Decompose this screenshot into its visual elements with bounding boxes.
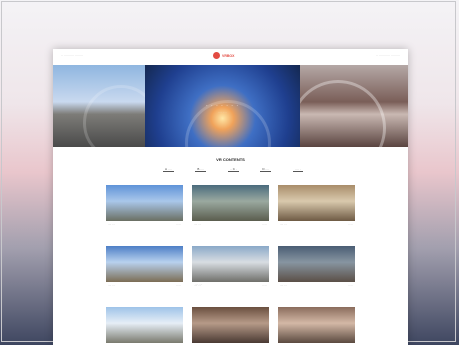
- tab-3[interactable]: D ····: [260, 167, 272, 172]
- logo-mark-icon: [213, 52, 220, 59]
- thumbnail-caption: ···· · ·· ·· ···: [192, 283, 269, 288]
- thumbnail-meta: ·· ···: [262, 223, 267, 226]
- thumbnail-caption: ···· · ·· ·· ···: [106, 283, 183, 288]
- thumbnail-caption: ···· · ·· ·· ···: [278, 222, 355, 227]
- website-page: ·· ·········· ········ VRBOX ·· ········…: [53, 49, 408, 345]
- hero-slide-center[interactable]: · · · · · · · ·· ·· ·· ··: [145, 65, 300, 147]
- hero-title: · · · · · · ·: [206, 103, 239, 109]
- logo-text: VRBOX: [222, 53, 235, 58]
- thumbnail-title: ···· · ··: [108, 284, 116, 287]
- content-thumbnail[interactable]: [278, 246, 355, 282]
- content-thumbnail[interactable]: [106, 246, 183, 282]
- tab-4[interactable]: ···· ·: [293, 167, 303, 172]
- content-thumbnail[interactable]: [192, 307, 269, 343]
- section-title: VR CONTENTS: [216, 157, 245, 162]
- content-thumbnail[interactable]: [192, 246, 269, 282]
- thumbnail-title: ···· · ··: [194, 223, 202, 226]
- top-left-link[interactable]: ·· ·········· ········: [61, 53, 83, 57]
- hero-slide-left[interactable]: [53, 65, 145, 147]
- hero-subtitle: ·· ·· ·· ··: [218, 111, 227, 114]
- content-thumbnail[interactable]: [278, 185, 355, 221]
- content-thumbnail[interactable]: [106, 185, 183, 221]
- thumbnail-caption: ···· · ·· ·· ···: [278, 283, 355, 288]
- thumbnail-meta: ·· ···: [176, 223, 181, 226]
- thumbnail-meta: ·· ···: [176, 284, 181, 287]
- top-bar: ·· ·········· ········ VRBOX ·· ········…: [53, 49, 408, 65]
- thumbnail-caption: ···· · ·· ·· ···: [106, 222, 183, 227]
- content-thumbnail[interactable]: [106, 307, 183, 343]
- tab-0[interactable]: A ····: [163, 167, 174, 172]
- thumbnail-title: ···· · ··: [280, 223, 288, 226]
- tab-2[interactable]: ·· C ·: [227, 167, 239, 172]
- thumbnail-title: ···· · ··: [194, 284, 202, 287]
- top-right-link[interactable]: ·· ··········· ·········: [376, 53, 400, 57]
- tab-1[interactable]: B ····: [195, 167, 207, 172]
- thumbnail-meta: ·· ···: [262, 284, 267, 287]
- thumbnail-title: ···· · ··: [280, 284, 288, 287]
- thumbnail-meta: ·· ···: [348, 284, 353, 287]
- hero-slide-right[interactable]: [300, 65, 408, 147]
- content-thumbnail[interactable]: [278, 307, 355, 343]
- content-thumbnail[interactable]: [192, 185, 269, 221]
- thumbnail-caption: ···· · ·· ·· ···: [192, 222, 269, 227]
- site-logo[interactable]: VRBOX: [213, 52, 234, 59]
- category-tabs: A ···· B ···· ·· C · D ···· ···· ·: [163, 167, 303, 172]
- thumbnail-title: ···· · ··: [108, 223, 116, 226]
- thumbnail-meta: ·· ···: [348, 223, 353, 226]
